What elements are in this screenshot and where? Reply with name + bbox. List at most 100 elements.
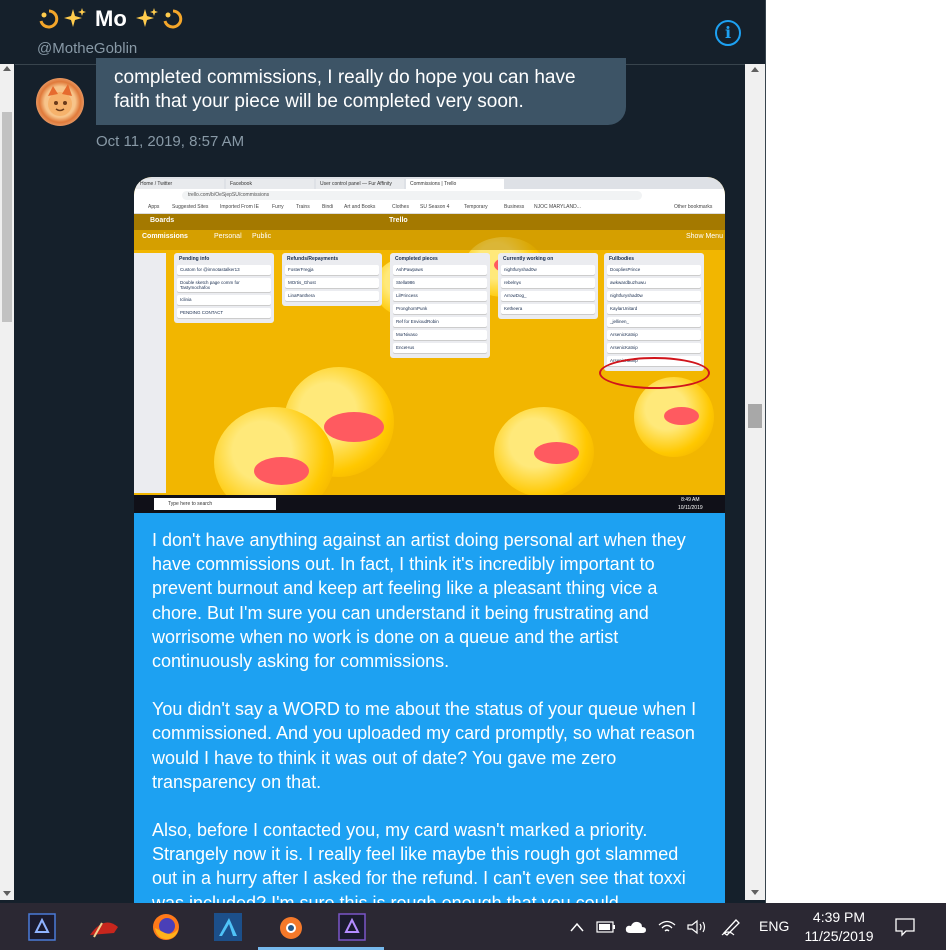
bookmark: Other bookmarks	[674, 204, 713, 210]
red-highlight-circle	[599, 357, 710, 389]
trello-card: Ref for EnvioudRobin	[393, 317, 487, 327]
trello-list: Pending info Custom for @imnotastalker13…	[174, 253, 274, 323]
dm-conversation-window: Mo @MotheGoblin i completed commissions,…	[0, 0, 766, 913]
scroll-up-arrow-icon[interactable]	[751, 67, 759, 72]
sparkles-icon	[135, 8, 158, 27]
trello-card: Custom for @imnotastalker13	[177, 265, 271, 275]
outer-scrollbar[interactable]	[0, 64, 14, 900]
trello-card: awkwardbuzhuwu	[607, 278, 701, 288]
trello-card: FosterFregja	[285, 265, 379, 275]
bookmark: Suggested Sites	[172, 204, 209, 210]
browser-address-bar: trello.com/b/OeSjepSU/commissions	[134, 189, 725, 202]
paint-brush-app-icon[interactable]	[72, 907, 136, 947]
wifi-icon[interactable]	[654, 903, 680, 950]
scroll-up-arrow-icon[interactable]	[3, 66, 11, 71]
screenshot-windows-taskbar: Type here to search 8:49 AM 10/11/2019	[134, 495, 725, 513]
blender-icon[interactable]	[258, 907, 322, 950]
clock-time: 4:39 PM	[812, 909, 866, 925]
trello-card: KaylarUnitard	[607, 304, 701, 314]
display-name: Mo	[95, 6, 127, 31]
trello-card: AshPawpaws	[393, 265, 487, 275]
trello-logo: Trello	[389, 217, 408, 224]
battery-icon[interactable]	[594, 903, 618, 950]
pen-workspace-icon[interactable]	[716, 903, 746, 950]
trello-card: LinaPanthera	[285, 291, 379, 301]
board-visibility: Public	[252, 233, 272, 240]
avatar-art	[48, 84, 72, 116]
list-title: Refunds/Repayments	[287, 256, 339, 262]
browser-tab-active: Commissions | Trello	[406, 179, 504, 189]
list-title: Pending info	[179, 256, 210, 262]
conversation-name[interactable]: Mo	[37, 6, 185, 32]
message-paragraph: Also, before I contacted you, my card wa…	[152, 820, 686, 913]
received-message-bubble[interactable]: completed commissions, I really do hope …	[96, 58, 626, 125]
trello-card: Iclinia	[177, 295, 271, 305]
attached-screenshot-image[interactable]: Home / Twitter Facebook User control pan…	[134, 177, 725, 513]
bookmark: Furry	[272, 204, 284, 210]
clock-date: 11/25/2019	[804, 928, 874, 944]
left-edge-list	[134, 253, 166, 493]
volume-icon[interactable]	[684, 903, 710, 950]
trello-list: Fullbodies DoopliesPrince awkwardbuzhuwu…	[604, 253, 704, 371]
trello-card: _jellinen_	[607, 317, 701, 327]
notification-center-icon[interactable]	[890, 903, 920, 950]
info-icon[interactable]: i	[715, 20, 741, 46]
trello-card: PENDING CONTACT	[177, 308, 271, 318]
bookmark: Temporary	[464, 204, 488, 210]
bookmark: Bindi	[322, 204, 334, 210]
bookmark: NJOC MARYLAND...	[534, 204, 581, 210]
scroll-down-arrow-icon[interactable]	[751, 890, 759, 895]
affinity-designer-icon[interactable]	[196, 907, 260, 947]
scrollbar-thumb[interactable]	[2, 112, 12, 322]
list-title: Completed pieces	[395, 256, 438, 262]
trello-top-bar: Boards Trello	[134, 214, 725, 230]
trello-card: PronghornPunk	[393, 304, 487, 314]
system-clock[interactable]: 4:39 PM 11/25/2019	[797, 908, 881, 946]
conversation-scrollbar[interactable]	[745, 64, 765, 900]
board-visibility: Personal	[214, 233, 242, 240]
avatar[interactable]	[36, 78, 84, 126]
message-timestamp: Oct 11, 2019, 8:57 AM	[96, 133, 245, 150]
conversation-header: Mo @MotheGoblin i	[15, 0, 765, 65]
dizzy-icon	[39, 9, 59, 29]
trello-boards: Boards	[150, 217, 175, 224]
trello-card: Stella986	[393, 278, 487, 288]
chevron-up-icon[interactable]	[566, 903, 588, 950]
sent-message-bubble[interactable]: I don't have anything against an artist …	[134, 513, 725, 913]
language-indicator[interactable]: ENG	[759, 918, 789, 934]
sparkles-icon	[64, 8, 86, 27]
trello-board-title: Commissions	[142, 233, 188, 240]
screenshot-taskbar-time: 8:49 AM	[681, 497, 700, 503]
list-title: Fullbodies	[609, 256, 634, 262]
trello-card: ArsenicKatnip	[607, 343, 701, 353]
bookmark: Art and Books	[344, 204, 376, 210]
bookmark: Business	[504, 204, 525, 210]
trello-card: nightfuryshad0w	[607, 291, 701, 301]
scroll-down-arrow-icon[interactable]	[3, 891, 11, 896]
bookmarks-bar: Apps Suggested Sites Imported From IE Fu…	[134, 202, 725, 214]
browser-tab: Facebook	[226, 179, 314, 189]
firefox-icon[interactable]	[134, 907, 198, 947]
trello-card: LilPrincess	[393, 291, 487, 301]
scrollbar-thumb[interactable]	[748, 404, 762, 428]
trello-card: DoopliesPrince	[607, 265, 701, 275]
onedrive-cloud-icon[interactable]	[622, 903, 650, 950]
trello-list: Refunds/Repayments FosterFregja MOrtis_G…	[282, 253, 382, 306]
trello-card: ArrowDog_	[501, 291, 595, 301]
bookmark: Trains	[296, 204, 310, 210]
affinity-photo-icon[interactable]	[320, 907, 384, 950]
message-paragraph: You didn't say a WORD to me about the st…	[152, 699, 702, 792]
trello-board-header: Commissions Personal Public Show Menu	[134, 230, 725, 250]
list-title: Currently working on	[503, 256, 554, 262]
trello-card: Double sketch page comm for Tastymochafo…	[177, 278, 271, 292]
trello-card: MOrtis_Ghost	[285, 278, 379, 288]
trello-list: Currently working on nightfuryshad0w reb…	[498, 253, 598, 319]
trello-card: Ketheera	[501, 304, 595, 314]
bookmark: Apps	[148, 204, 160, 210]
trello-card: rebelnyx	[501, 278, 595, 288]
user-handle[interactable]: @MotheGoblin	[37, 40, 137, 57]
affinity-photo-icon[interactable]	[10, 907, 74, 947]
trello-card: EnceHus	[393, 343, 487, 353]
browser-tab: User control panel — Fur Affinity	[316, 179, 404, 189]
background-window	[766, 0, 946, 903]
